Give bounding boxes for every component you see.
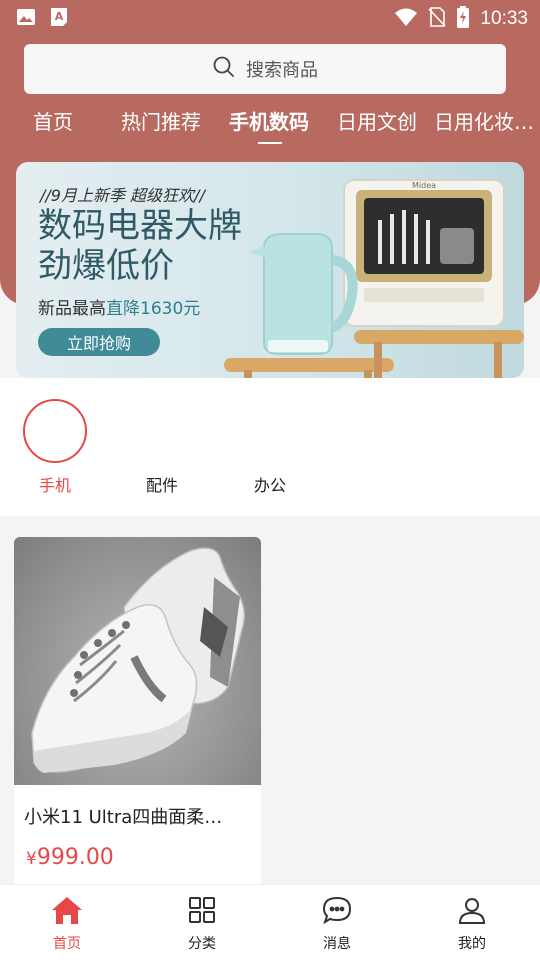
banner-title: 数码电器大牌 劲爆低价: [38, 206, 242, 286]
banner-title-line1: 数码电器大牌: [38, 206, 242, 246]
banner-products-illustration: Midea: [224, 179, 524, 378]
svg-text:A: A: [55, 10, 64, 23]
category-phone[interactable]: 手机: [39, 472, 71, 496]
product-card[interactable]: 小米11 Ultra四曲面柔… ¥999.00: [14, 537, 261, 887]
promo-banner[interactable]: //9月上新季 超级狂欢// 数码电器大牌 劲爆低价 新品最高直降1630元 立…: [16, 162, 524, 378]
buy-now-button[interactable]: 立即抢购: [38, 328, 160, 356]
nav-profile[interactable]: 我的: [432, 895, 512, 953]
tab-daily-stationery[interactable]: 日用文创: [337, 106, 417, 135]
category-accessories[interactable]: 配件: [146, 472, 178, 496]
nav-home-label: 首页: [53, 936, 81, 952]
nav-profile-label: 我的: [458, 936, 486, 952]
banner-subtitle-highlight: 直降1630元: [106, 299, 201, 319]
product-name: 小米11 Ultra四曲面柔…: [24, 807, 223, 828]
chat-icon: [321, 895, 353, 929]
banner-subtitle: 新品最高直降1630元: [38, 294, 200, 319]
nav-messages-label: 消息: [323, 936, 351, 952]
home-icon: [51, 895, 83, 929]
battery-charging-icon: [456, 6, 470, 32]
nav-home[interactable]: 首页: [27, 895, 107, 953]
status-time: 10:33: [480, 8, 528, 29]
active-tab-indicator: [258, 142, 282, 144]
search-icon: [212, 55, 236, 84]
product-image: [14, 537, 261, 785]
category-office[interactable]: 办公: [254, 472, 286, 496]
category-tabs: 首页 热门推荐 手机数码 日用文创 日用化妆…: [0, 100, 540, 146]
status-bar: A 10:33: [0, 0, 540, 38]
tab-daily-cosmetics[interactable]: 日用化妆…: [434, 106, 534, 135]
search-placeholder: 搜索商品: [246, 60, 318, 81]
search-input[interactable]: 搜索商品: [24, 44, 506, 94]
nav-category[interactable]: 分类: [162, 895, 242, 953]
tab-home[interactable]: 首页: [33, 106, 73, 135]
nav-messages[interactable]: 消息: [297, 895, 377, 953]
text-icon: A: [50, 7, 68, 31]
grid-icon: [187, 895, 217, 929]
banner-brand-text: Midea: [412, 181, 436, 190]
wifi-icon: [394, 7, 418, 31]
banner-kicker: //9月上新季 超级狂欢//: [40, 186, 205, 205]
banner-title-line2: 劲爆低价: [38, 246, 174, 286]
price-currency: ¥: [26, 849, 37, 869]
bottom-navigation: 首页 分类 消息 我的: [0, 884, 540, 960]
nav-category-label: 分类: [188, 936, 216, 952]
user-icon: [457, 895, 487, 929]
price-value: 999.00: [36, 845, 114, 870]
category-section: 手机 配件 办公: [0, 378, 540, 516]
tab-hot[interactable]: 热门推荐: [121, 106, 201, 135]
tab-digital[interactable]: 手机数码: [229, 106, 309, 135]
no-sim-icon: [428, 7, 447, 31]
image-icon: [16, 7, 36, 31]
product-price: ¥999.00: [26, 845, 114, 870]
category-icon-phone[interactable]: [23, 399, 87, 463]
banner-subtitle-prefix: 新品最高: [38, 299, 106, 319]
